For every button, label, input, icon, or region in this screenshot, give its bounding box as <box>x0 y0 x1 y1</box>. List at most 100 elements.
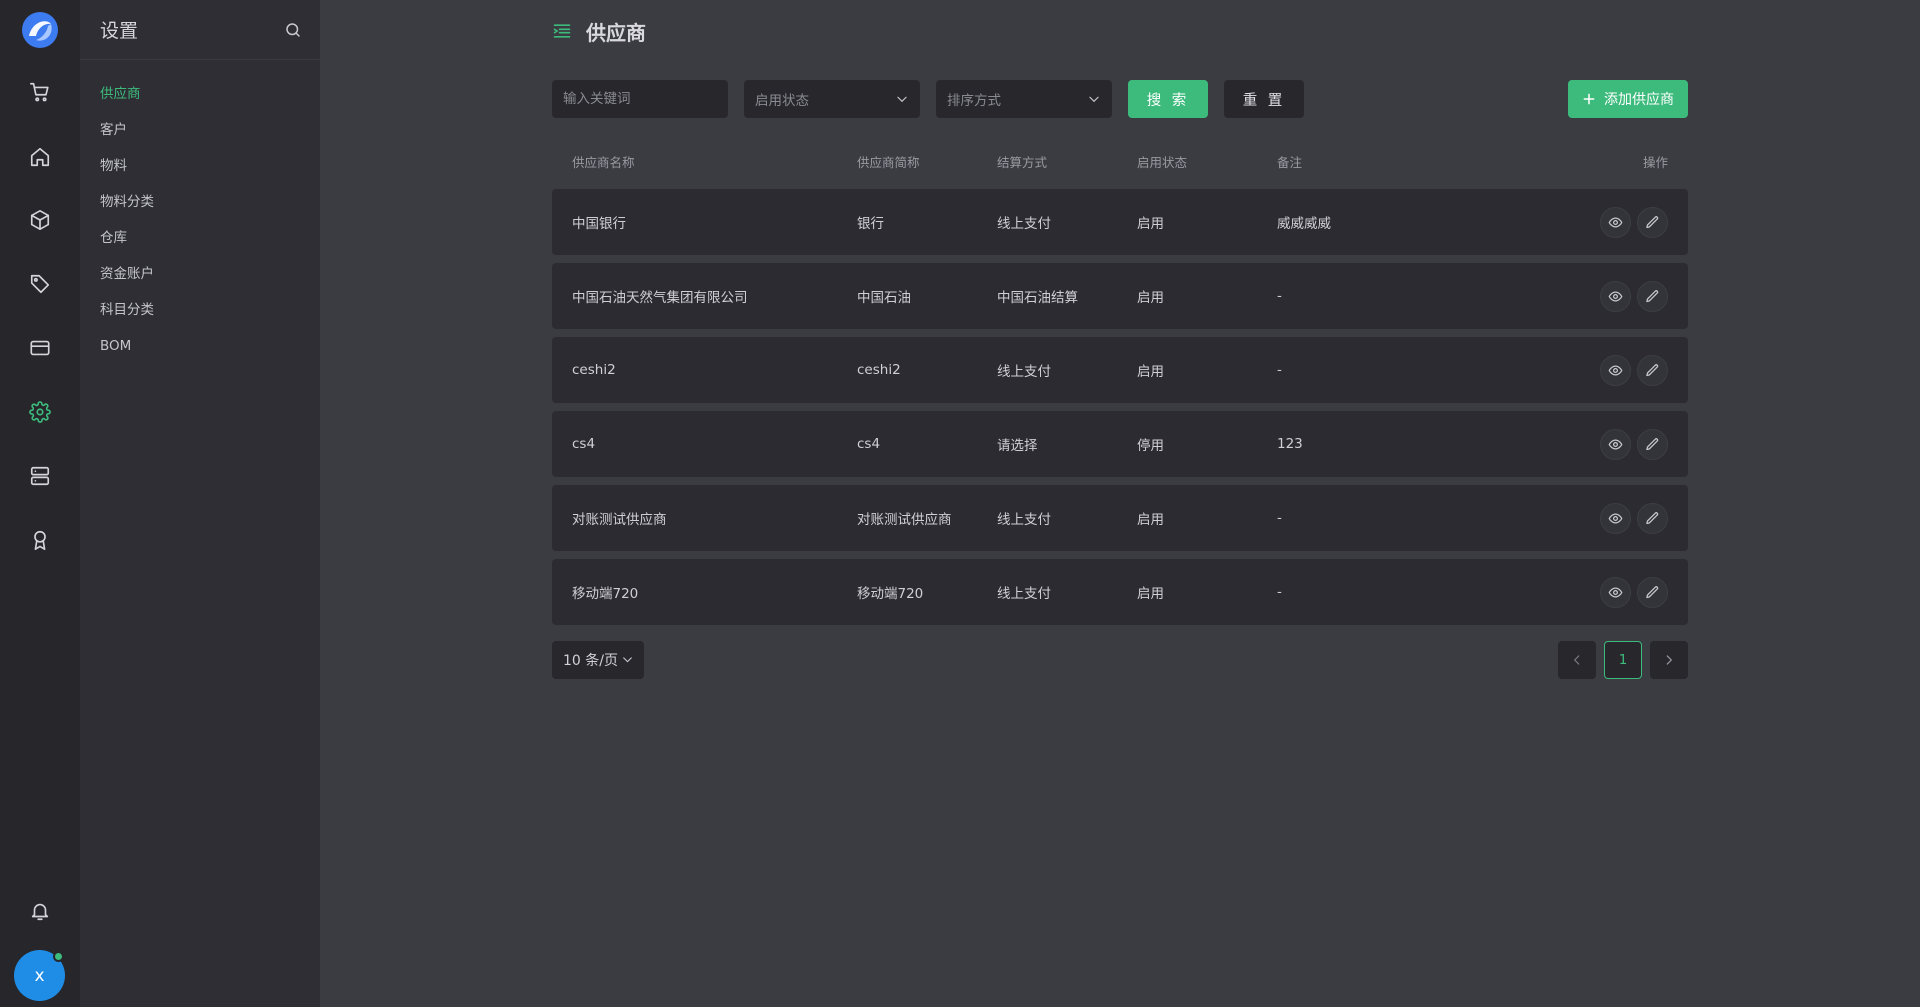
sort-select[interactable]: 排序方式 <box>936 80 1112 118</box>
keyword-search-field[interactable] <box>552 80 728 118</box>
cell-status: 停用 <box>1137 438 1164 454</box>
edit-button[interactable] <box>1637 354 1668 386</box>
keyword-input[interactable] <box>563 91 717 107</box>
settings-menu: 供应商 客户 物料 物料分类 仓库 资金账户 科目分类 BOM <box>80 60 320 364</box>
table-row[interactable]: 移动端720 移动端720 线上支付 启用 - <box>552 559 1688 625</box>
cell-short-name: 对账测试供应商 <box>857 512 952 528</box>
table-row[interactable]: 中国银行 银行 线上支付 启用 威威威威 <box>552 189 1688 255</box>
cell-note: - <box>1277 510 1282 526</box>
page-header: 供应商 <box>552 16 646 46</box>
eye-icon <box>1608 364 1623 376</box>
edit-button[interactable] <box>1637 206 1668 238</box>
cell-settlement: 线上支付 <box>997 586 1051 602</box>
column-header-short-name: 供应商简称 <box>857 155 920 170</box>
page-button-current[interactable]: 1 <box>1604 641 1642 679</box>
view-button[interactable] <box>1600 206 1631 238</box>
cell-note: - <box>1277 288 1282 304</box>
view-button[interactable] <box>1600 354 1631 386</box>
eye-icon <box>1608 438 1623 450</box>
cart-icon[interactable] <box>22 74 58 110</box>
page-size-select[interactable]: 10 条/页 <box>552 641 644 679</box>
cell-status: 启用 <box>1137 512 1164 528</box>
plus-icon <box>1583 93 1595 105</box>
column-header-settlement: 结算方式 <box>997 155 1048 170</box>
sidebar-item-supplier[interactable]: 供应商 <box>80 76 320 112</box>
column-header-status: 启用状态 <box>1137 155 1188 170</box>
sidebar-item-bom[interactable]: BOM <box>80 328 320 364</box>
cell-settlement: 请选择 <box>997 438 1038 454</box>
view-button[interactable] <box>1600 280 1631 312</box>
status-select-placeholder: 启用状态 <box>755 93 809 109</box>
table-row[interactable]: ceshi2 ceshi2 线上支付 启用 - <box>552 337 1688 403</box>
cell-settlement: 线上支付 <box>997 216 1051 232</box>
chevron-down-icon <box>623 657 632 663</box>
search-icon[interactable] <box>284 21 302 39</box>
row-actions <box>1592 280 1688 312</box>
table-header: 供应商名称 供应商简称 结算方式 启用状态 备注 操作 <box>552 148 1688 181</box>
cell-short-name: 银行 <box>857 216 884 232</box>
sidebar-item-subject-category[interactable]: 科目分类 <box>80 292 320 328</box>
app-logo[interactable] <box>20 10 60 50</box>
sidebar-item-material[interactable]: 物料 <box>80 148 320 184</box>
chevron-right-icon <box>1666 655 1673 665</box>
edit-button[interactable] <box>1637 428 1668 460</box>
search-button[interactable]: 搜 索 <box>1128 80 1208 118</box>
chevron-left-icon <box>1573 655 1580 665</box>
cell-note: 威威威威 <box>1277 216 1331 232</box>
cell-supplier-name: ceshi2 <box>572 362 616 378</box>
edit-button[interactable] <box>1637 576 1668 608</box>
pencil-icon <box>1646 585 1659 598</box>
chevron-down-icon <box>897 96 907 103</box>
reset-button[interactable]: 重 置 <box>1224 80 1304 118</box>
bell-icon[interactable] <box>22 893 58 929</box>
sidebar-item-fund-account[interactable]: 资金账户 <box>80 256 320 292</box>
filter-toolbar: 启用状态 排序方式 搜 索 重 置 添加供应商 <box>552 80 1688 118</box>
cell-note: - <box>1277 584 1282 600</box>
column-header-actions: 操作 <box>1642 155 1668 170</box>
pencil-icon <box>1646 437 1659 450</box>
eye-icon <box>1608 586 1623 598</box>
view-button[interactable] <box>1600 428 1631 460</box>
cell-supplier-name: 移动端720 <box>572 586 639 602</box>
pencil-icon <box>1646 363 1659 376</box>
cell-supplier-name: 对账测试供应商 <box>572 512 667 528</box>
award-icon[interactable] <box>22 522 58 558</box>
next-page-button[interactable] <box>1650 641 1688 679</box>
eye-icon <box>1608 512 1623 524</box>
status-select[interactable]: 启用状态 <box>744 80 920 118</box>
settings-sidebar-title: 设置 <box>100 20 139 42</box>
view-button[interactable] <box>1600 576 1631 608</box>
table-row[interactable]: 中国石油天然气集团有限公司 中国石油 中国石油结算 启用 - <box>552 263 1688 329</box>
settings-sidebar-header: 设置 <box>80 0 320 60</box>
cell-supplier-name: 中国石油天然气集团有限公司 <box>572 290 748 306</box>
box-icon[interactable] <box>22 202 58 238</box>
view-button[interactable] <box>1600 502 1631 534</box>
edit-button[interactable] <box>1637 502 1668 534</box>
cell-status: 启用 <box>1137 290 1164 306</box>
main-content: 供应商 启用状态 排序方式 搜 索 重 置 添加供应商 供应商名称 供应商简称 … <box>320 0 1920 1007</box>
edit-button[interactable] <box>1637 280 1668 312</box>
pencil-icon <box>1646 289 1659 302</box>
user-avatar[interactable]: x <box>14 950 65 1001</box>
cell-settlement: 线上支付 <box>997 364 1051 380</box>
sidebar-item-warehouse[interactable]: 仓库 <box>80 220 320 256</box>
prev-page-button[interactable] <box>1558 641 1596 679</box>
home-icon[interactable] <box>22 139 58 175</box>
sidebar-item-customer[interactable]: 客户 <box>80 112 320 148</box>
sidebar-item-material-category[interactable]: 物料分类 <box>80 184 320 220</box>
row-actions <box>1592 502 1688 534</box>
server-icon[interactable] <box>22 458 58 494</box>
gear-icon[interactable] <box>22 394 58 430</box>
tag-icon[interactable] <box>22 266 58 302</box>
menu-collapse-icon[interactable] <box>552 21 572 41</box>
card-icon[interactable] <box>22 330 58 366</box>
cell-short-name: 移动端720 <box>857 586 924 602</box>
cell-status: 启用 <box>1137 586 1164 602</box>
table-row[interactable]: cs4 cs4 请选择 停用 123 <box>552 411 1688 477</box>
cell-settlement: 线上支付 <box>997 512 1051 528</box>
supplier-table: 供应商名称 供应商简称 结算方式 启用状态 备注 操作 中国银行 银行 线上支付… <box>552 148 1688 625</box>
add-supplier-button[interactable]: 添加供应商 <box>1568 80 1688 118</box>
cell-status: 启用 <box>1137 364 1164 380</box>
eye-icon <box>1608 216 1623 228</box>
table-row[interactable]: 对账测试供应商 对账测试供应商 线上支付 启用 - <box>552 485 1688 551</box>
